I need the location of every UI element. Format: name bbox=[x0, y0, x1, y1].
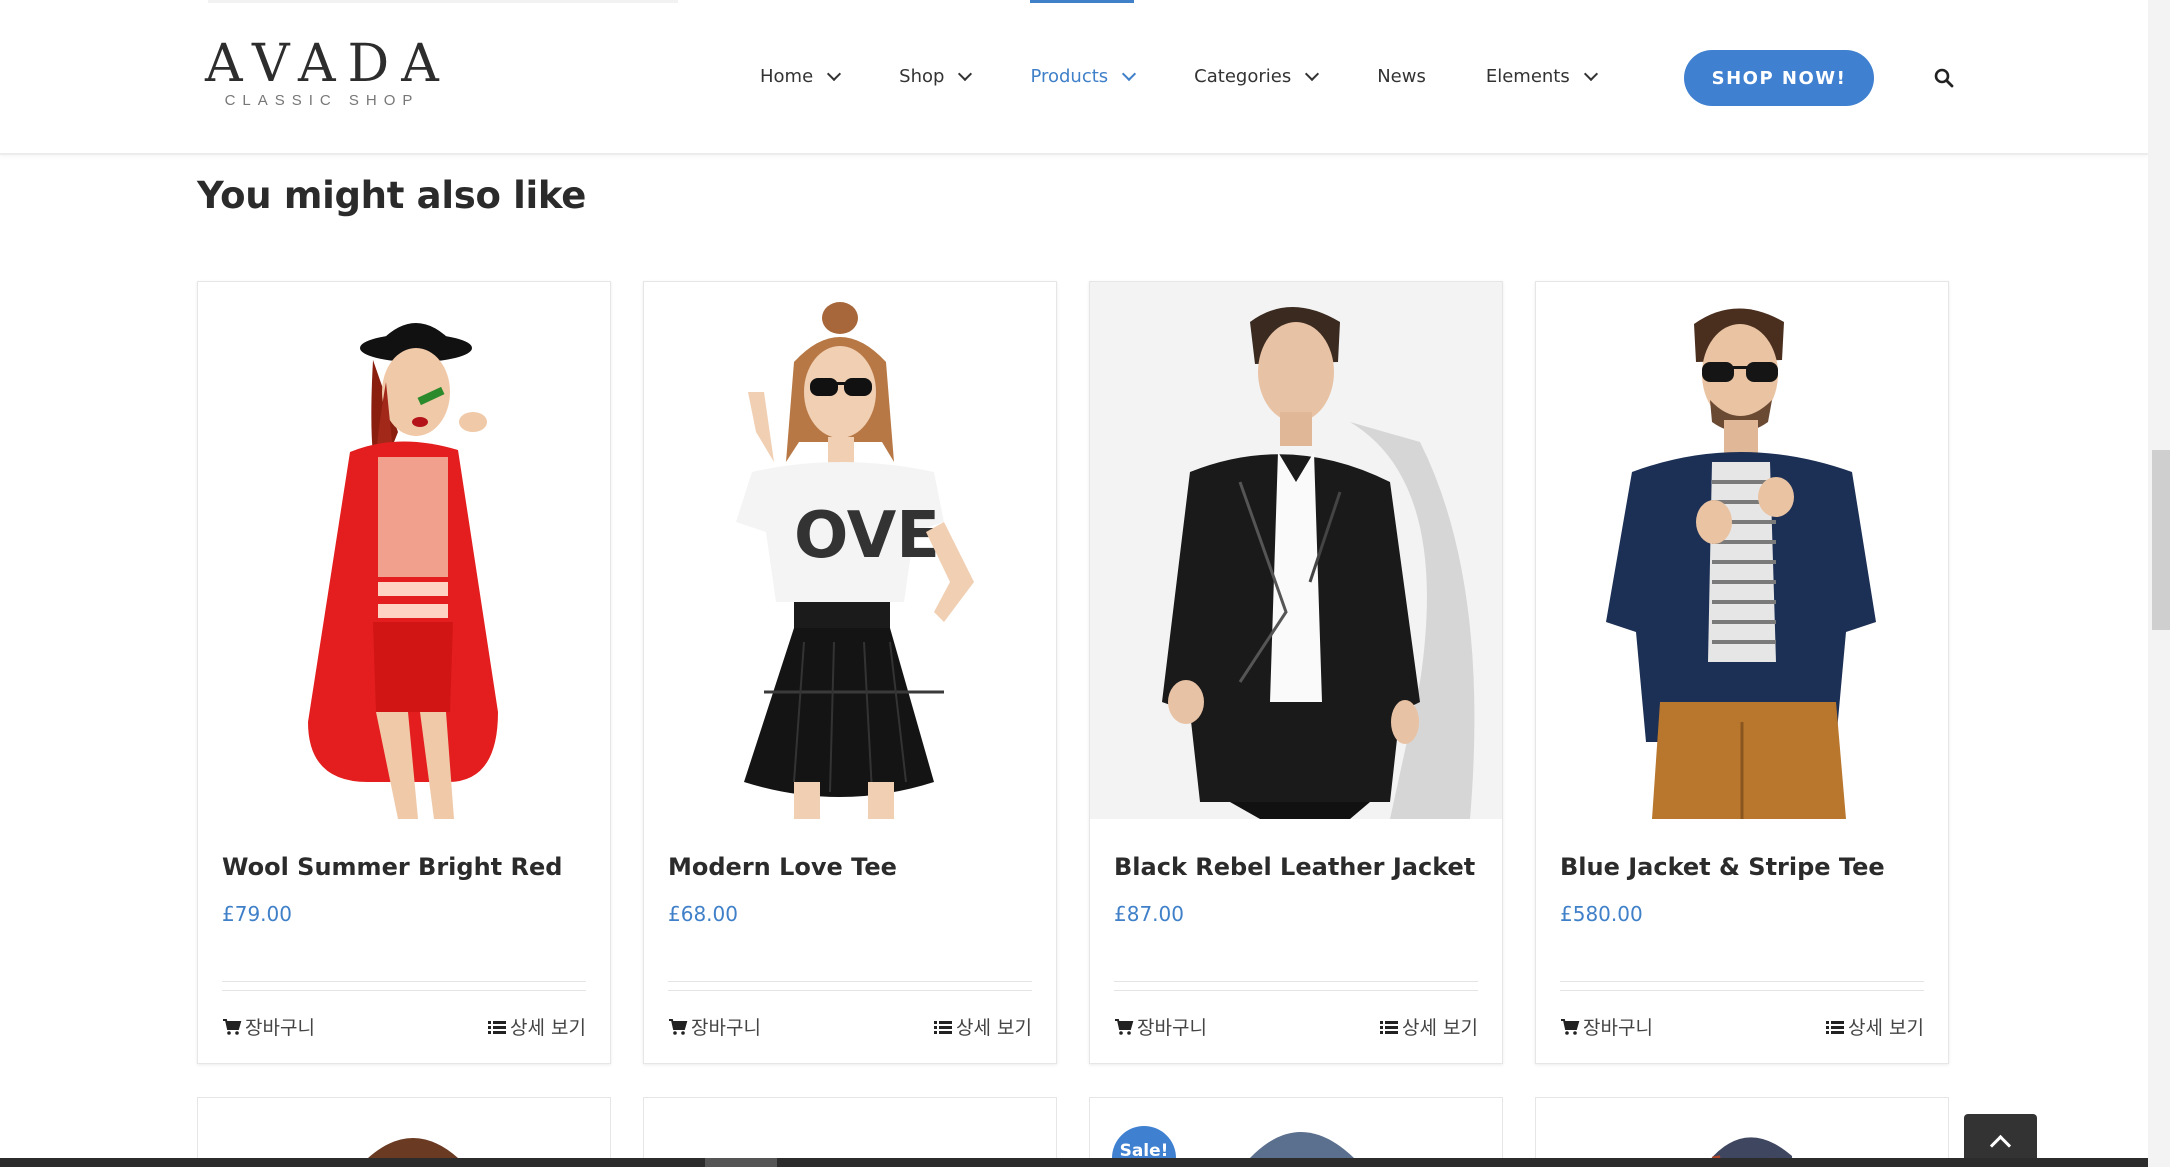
search-icon[interactable] bbox=[1934, 68, 1954, 88]
product-image[interactable] bbox=[1536, 282, 1948, 819]
divider bbox=[1560, 990, 1924, 991]
product-image bbox=[367, 1138, 459, 1167]
add-to-cart-button[interactable]: 장바구니 bbox=[1114, 1013, 1207, 1040]
product-card-partial[interactable] bbox=[643, 1097, 1057, 1167]
logo-tagline: CLASSIC SHOP bbox=[224, 92, 420, 109]
shop-now-button[interactable]: SHOP NOW! bbox=[1684, 50, 1874, 106]
divider bbox=[668, 990, 1032, 991]
cart-icon bbox=[669, 1018, 688, 1035]
product-card-partial[interactable] bbox=[197, 1097, 611, 1167]
nav-item-label: Categories bbox=[1194, 66, 1292, 87]
vertical-scrollbar-thumb[interactable] bbox=[2152, 450, 2170, 630]
main-nav: Home Shop Products Categories News Eleme… bbox=[760, 0, 1656, 153]
view-details-label: 상세 보기 bbox=[510, 1017, 586, 1039]
list-icon bbox=[934, 1020, 953, 1034]
view-details-label: 상세 보기 bbox=[1402, 1017, 1478, 1039]
product-price: £79.00 bbox=[222, 902, 292, 926]
cart-icon bbox=[223, 1018, 242, 1035]
product-name[interactable]: Black Rebel Leather Jacket bbox=[1114, 853, 1475, 881]
product-card-partial[interactable] bbox=[1535, 1097, 1949, 1167]
product-price: £68.00 bbox=[668, 902, 738, 926]
view-details-label: 상세 보기 bbox=[956, 1017, 1032, 1039]
nav-item-news[interactable]: News bbox=[1377, 0, 1426, 153]
divider bbox=[222, 990, 586, 991]
add-to-cart-label: 장바구니 bbox=[691, 1017, 761, 1039]
list-icon bbox=[1380, 1020, 1399, 1034]
product-image bbox=[1707, 1137, 1793, 1167]
nav-item-categories[interactable]: Categories bbox=[1194, 0, 1320, 153]
cart-icon bbox=[1561, 1018, 1580, 1035]
add-to-cart-label: 장바구니 bbox=[1583, 1017, 1653, 1039]
chevron-down-icon bbox=[1583, 66, 1598, 81]
chevron-down-icon bbox=[958, 66, 973, 81]
view-details-button[interactable]: 상세 보기 bbox=[1379, 1013, 1478, 1040]
chevron-down-icon bbox=[1122, 66, 1137, 81]
product-card: Wool Summer Bright Red £79.00 장바구니 상세 보기 bbox=[197, 281, 611, 1064]
horizontal-scrollbar[interactable] bbox=[0, 1158, 2148, 1167]
add-to-cart-label: 장바구니 bbox=[245, 1017, 315, 1039]
product-image[interactable] bbox=[198, 282, 610, 819]
product-name[interactable]: Blue Jacket & Stripe Tee bbox=[1560, 853, 1885, 881]
site-header: AVADA CLASSIC SHOP Home Shop Products Ca… bbox=[0, 0, 2148, 155]
nav-item-label: Home bbox=[760, 66, 814, 87]
product-name[interactable]: Modern Love Tee bbox=[668, 853, 897, 881]
list-icon bbox=[488, 1020, 507, 1034]
nav-item-home[interactable]: Home bbox=[760, 0, 842, 153]
product-card: OVE Modern Love Tee £68.00 장바구니 상세 보기 bbox=[643, 281, 1057, 1064]
horizontal-scrollbar-thumb[interactable] bbox=[705, 1158, 777, 1167]
list-icon bbox=[1826, 1020, 1845, 1034]
view-details-button[interactable]: 상세 보기 bbox=[933, 1013, 1032, 1040]
product-price: £580.00 bbox=[1560, 902, 1643, 926]
product-name[interactable]: Wool Summer Bright Red bbox=[222, 853, 562, 881]
page: AVADA CLASSIC SHOP Home Shop Products Ca… bbox=[0, 0, 2170, 1167]
section-title: You might also like bbox=[197, 174, 587, 217]
chevron-down-icon bbox=[827, 66, 842, 81]
product-card-partial[interactable]: Sale! bbox=[1089, 1097, 1503, 1167]
add-to-cart-button[interactable]: 장바구니 bbox=[222, 1013, 315, 1040]
nav-item-label: Elements bbox=[1485, 66, 1570, 87]
product-image[interactable] bbox=[1090, 282, 1502, 819]
divider bbox=[1114, 981, 1478, 982]
nav-item-label: Shop bbox=[899, 66, 945, 87]
divider bbox=[1560, 981, 1924, 982]
cart-icon bbox=[1115, 1018, 1134, 1035]
nav-item-elements[interactable]: Elements bbox=[1485, 0, 1598, 153]
add-to-cart-button[interactable]: 장바구니 bbox=[1560, 1013, 1653, 1040]
product-card: Blue Jacket & Stripe Tee £580.00 장바구니 상세… bbox=[1535, 281, 1949, 1064]
product-image[interactable]: OVE bbox=[644, 282, 1056, 819]
product-card: Black Rebel Leather Jacket £87.00 장바구니 상… bbox=[1089, 281, 1503, 1064]
logo-name: AVADA bbox=[205, 34, 451, 94]
view-details-button[interactable]: 상세 보기 bbox=[1825, 1013, 1924, 1040]
divider bbox=[668, 981, 1032, 982]
divider bbox=[1114, 990, 1478, 991]
add-to-cart-label: 장바구니 bbox=[1137, 1017, 1207, 1039]
nav-item-label: Products bbox=[1030, 66, 1109, 87]
view-details-button[interactable]: 상세 보기 bbox=[487, 1013, 586, 1040]
divider bbox=[222, 981, 586, 982]
chevron-down-icon bbox=[1305, 66, 1320, 81]
nav-item-label: News bbox=[1377, 66, 1426, 87]
product-price: £87.00 bbox=[1114, 902, 1184, 926]
header-top-line bbox=[208, 0, 678, 3]
nav-item-products[interactable]: Products bbox=[1030, 0, 1137, 153]
svg-text:OVE: OVE bbox=[794, 499, 940, 573]
site-logo[interactable]: AVADA CLASSIC SHOP bbox=[197, 34, 447, 109]
view-details-label: 상세 보기 bbox=[1848, 1017, 1924, 1039]
add-to-cart-button[interactable]: 장바구니 bbox=[668, 1013, 761, 1040]
nav-item-shop[interactable]: Shop bbox=[899, 0, 973, 153]
